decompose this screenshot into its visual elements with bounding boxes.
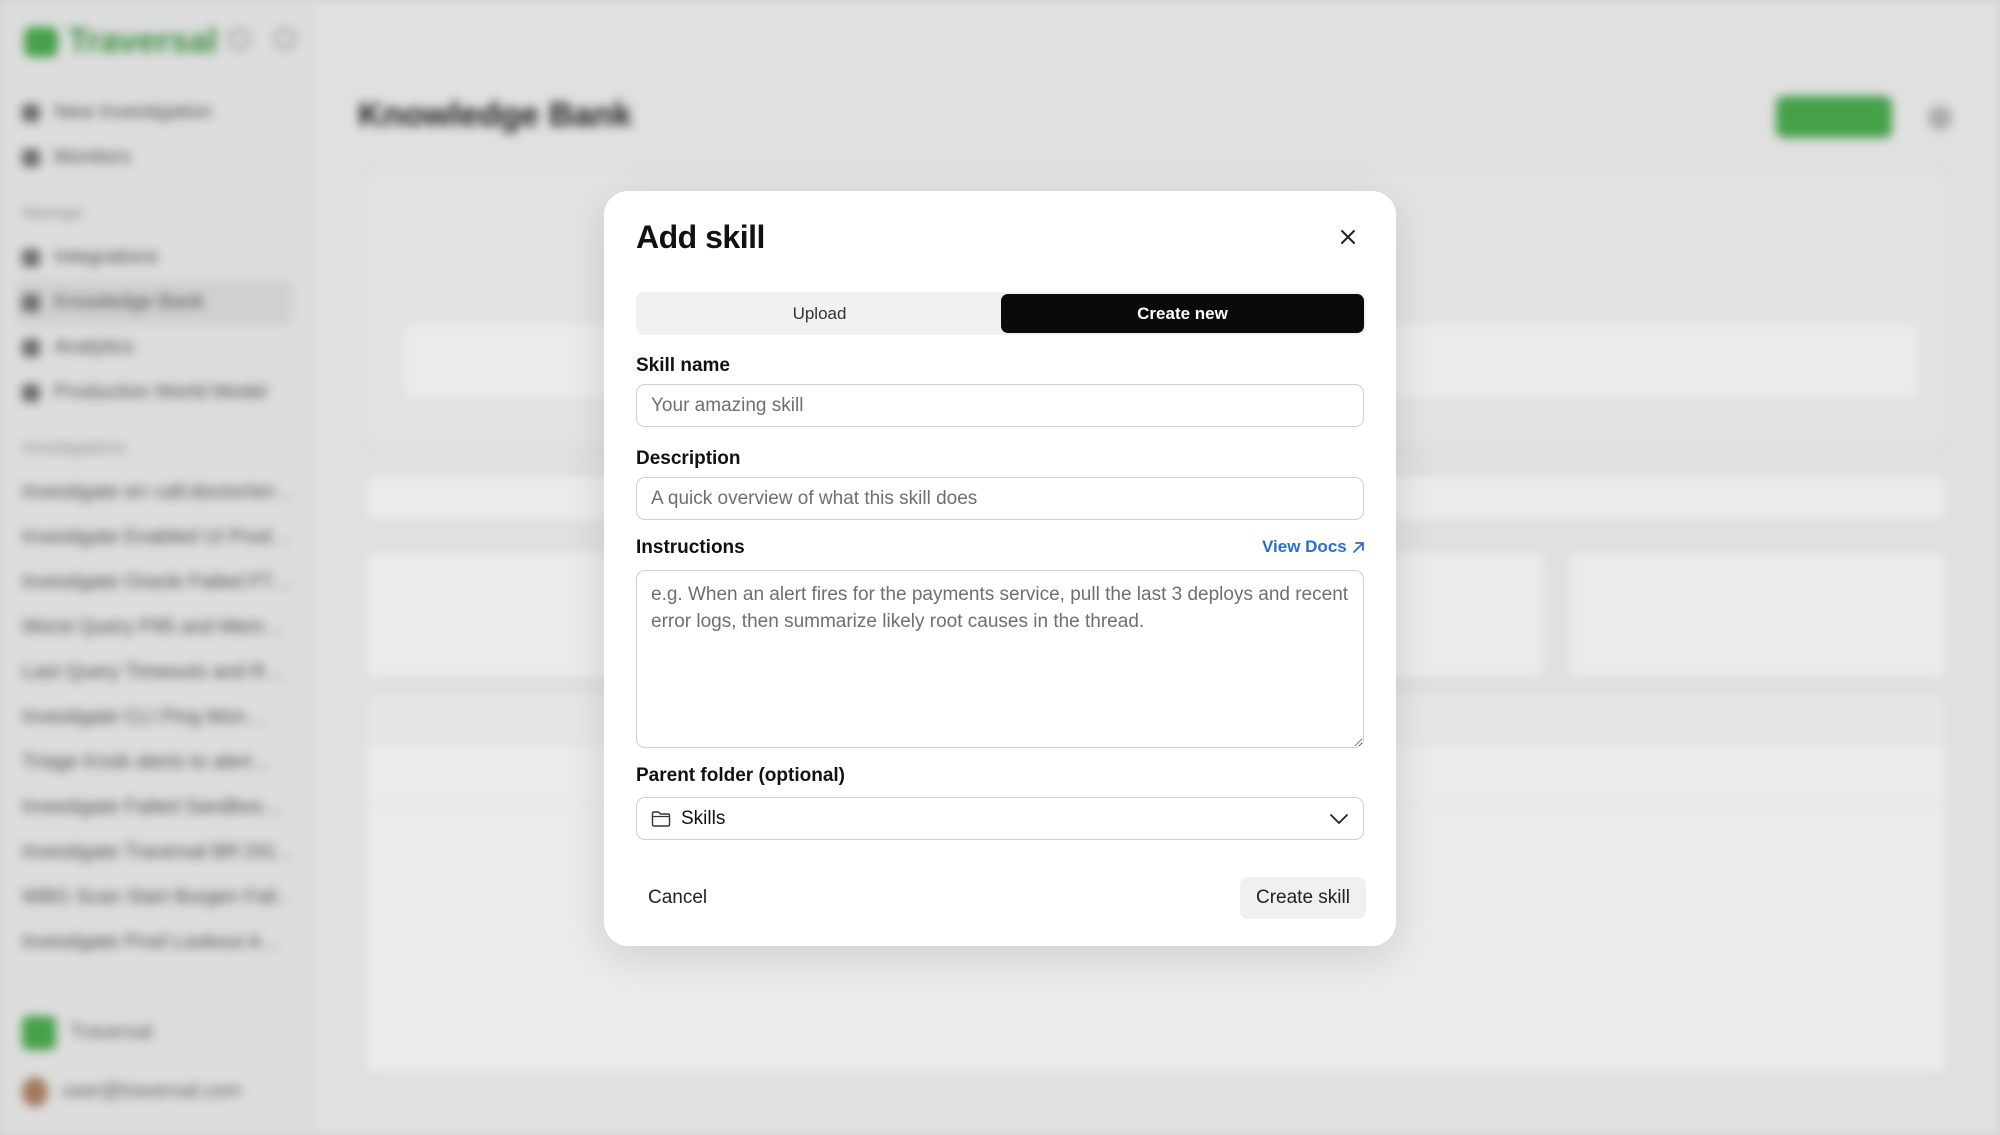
create-skill-button[interactable]: Create skill: [1240, 877, 1366, 919]
view-docs-link[interactable]: View Docs: [1262, 537, 1366, 557]
parent-folder-label: Parent folder (optional): [636, 765, 845, 786]
parent-folder-value: Skills: [681, 807, 726, 829]
parent-folder-select[interactable]: Skills: [636, 797, 1364, 840]
chevron-down-icon: [1329, 813, 1349, 825]
close-icon: [1341, 230, 1355, 244]
external-link-icon: [1352, 541, 1364, 553]
add-skill-dialog: Add skill Upload Create new Skill name D…: [604, 191, 1396, 946]
skill-name-label: Skill name: [636, 355, 730, 376]
skill-name-input[interactable]: [636, 384, 1364, 427]
close-button[interactable]: [1332, 221, 1364, 253]
description-input[interactable]: [636, 477, 1364, 520]
view-docs-label: View Docs: [1262, 537, 1347, 556]
instructions-label: Instructions: [636, 537, 745, 558]
description-label: Description: [636, 448, 741, 469]
dialog-title: Add skill: [636, 219, 765, 255]
mode-tabs: Upload Create new: [636, 292, 1366, 335]
cancel-button[interactable]: Cancel: [636, 877, 719, 919]
tab-create-new[interactable]: Create new: [1001, 294, 1364, 333]
folder-icon: [651, 810, 671, 828]
tab-upload[interactable]: Upload: [638, 294, 1001, 333]
instructions-textarea[interactable]: [636, 570, 1364, 748]
